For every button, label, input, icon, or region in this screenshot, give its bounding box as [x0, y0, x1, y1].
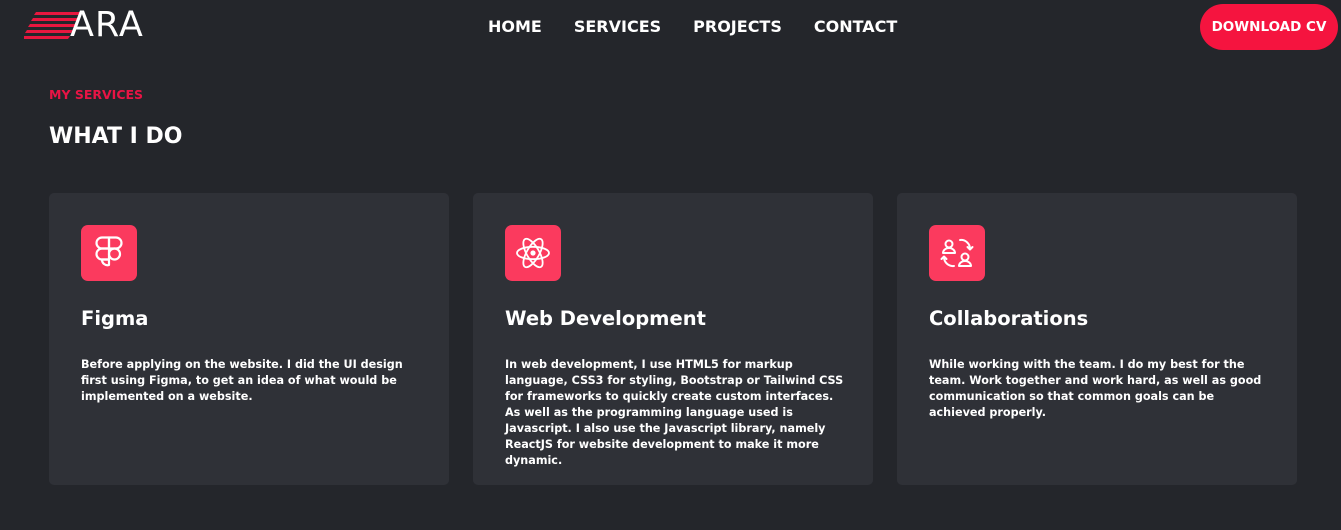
- nav-link-services[interactable]: SERVICES: [574, 16, 661, 38]
- service-card-figma: Figma Before applying on the website. I …: [49, 193, 449, 485]
- react-icon: [505, 225, 561, 281]
- card-description: Before applying on the website. I did th…: [81, 358, 403, 403]
- main-nav: HOME SERVICES PROJECTS CONTACT: [488, 16, 897, 38]
- page: ARA HOME SERVICES PROJECTS CONTACT DOWNL…: [0, 0, 1341, 530]
- site-logo[interactable]: ARA: [24, 5, 164, 46]
- download-cv-button[interactable]: DOWNLOAD CV: [1200, 4, 1338, 50]
- nav-link-contact[interactable]: CONTACT: [814, 16, 897, 38]
- card-title: Collaborations: [929, 307, 1089, 330]
- card-title: Figma: [81, 307, 149, 330]
- service-card-web-development: Web Development In web development, I us…: [473, 193, 873, 485]
- nav-link-projects[interactable]: PROJECTS: [693, 16, 782, 38]
- section-title: WHAT I DO: [49, 124, 183, 149]
- site-header: ARA HOME SERVICES PROJECTS CONTACT DOWNL…: [0, 0, 1341, 54]
- user-swap-icon: [929, 225, 985, 281]
- card-description: While working with the team. I do my bes…: [929, 358, 1262, 419]
- figma-icon: [81, 225, 137, 281]
- service-card-collaborations: Collaborations While working with the te…: [897, 193, 1297, 485]
- card-description: In web development, I use HTML5 for mark…: [505, 358, 844, 467]
- nav-link-home[interactable]: HOME: [488, 16, 542, 38]
- section-eyebrow: MY SERVICES: [49, 87, 144, 102]
- card-title: Web Development: [505, 307, 706, 330]
- logo-text: ARA: [70, 5, 144, 45]
